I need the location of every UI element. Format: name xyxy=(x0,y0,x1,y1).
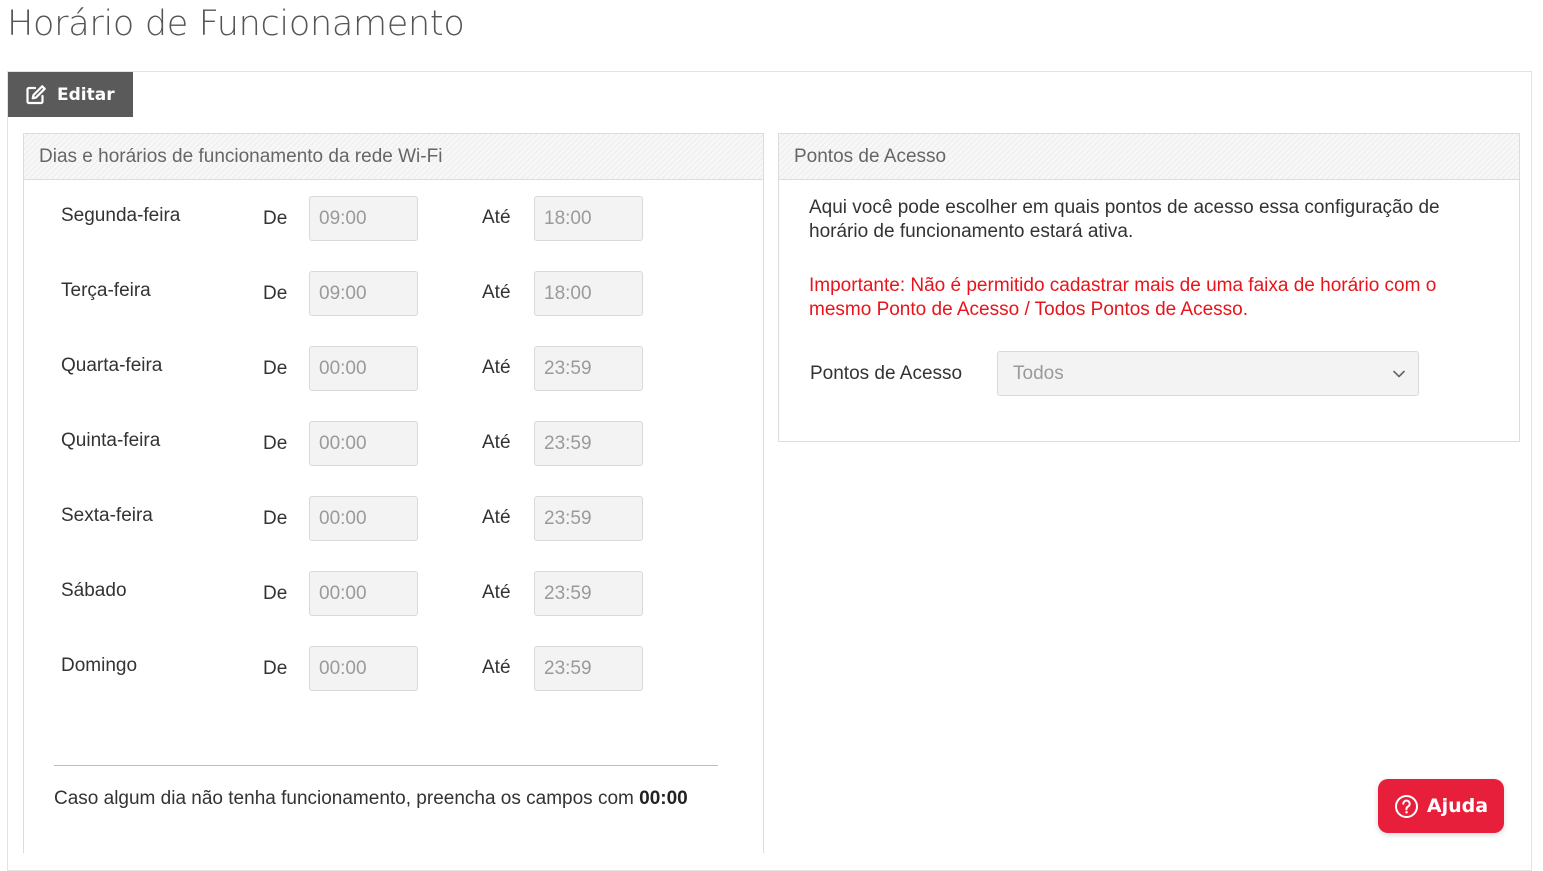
to-label: Até xyxy=(482,357,511,378)
chevron-down-icon xyxy=(1392,367,1406,381)
from-label: De xyxy=(263,283,288,304)
access-points-select-label: Pontos de Acesso xyxy=(810,363,963,384)
wednesday-from-input[interactable] xyxy=(309,346,418,391)
from-label: De xyxy=(263,583,288,604)
to-label: Até xyxy=(482,207,511,228)
from-label: De xyxy=(263,358,288,379)
saturday-to-input[interactable] xyxy=(534,571,643,616)
to-label: Até xyxy=(482,582,511,603)
day-label: Quarta-feira xyxy=(61,355,163,376)
day-label: Quinta-feira xyxy=(61,430,161,451)
sunday-to-input[interactable] xyxy=(534,646,643,691)
monday-from-input[interactable] xyxy=(309,196,418,241)
to-label: Até xyxy=(482,507,511,528)
edit-tab-label: Editar xyxy=(57,84,115,105)
schedule-panel-heading: Dias e horários de funcionamento da rede… xyxy=(24,134,763,180)
edit-icon xyxy=(24,83,48,107)
day-row-wednesday: Quarta-feira De Até xyxy=(24,346,724,392)
day-label: Domingo xyxy=(61,655,138,676)
tuesday-from-input[interactable] xyxy=(309,271,418,316)
access-points-panel-heading: Pontos de Acesso xyxy=(779,134,1519,180)
thursday-from-input[interactable] xyxy=(309,421,418,466)
to-label: Até xyxy=(482,657,511,678)
day-label: Sábado xyxy=(61,580,127,601)
no-operation-note: Caso algum dia não tenha funcionamento, … xyxy=(54,788,688,810)
from-label: De xyxy=(263,208,288,229)
access-points-panel: Pontos de Acesso Aqui você pode escolher… xyxy=(778,133,1520,442)
sunday-from-input[interactable] xyxy=(309,646,418,691)
saturday-from-input[interactable] xyxy=(309,571,418,616)
access-points-description: Aqui você pode escolher em quais pontos … xyxy=(809,197,1440,242)
help-button[interactable]: Ajuda xyxy=(1378,779,1504,833)
day-label: Segunda-feira xyxy=(61,205,181,226)
access-points-select-value: Todos xyxy=(1013,362,1064,384)
divider xyxy=(54,765,718,766)
monday-to-input[interactable] xyxy=(534,196,643,241)
note-text: Caso algum dia não tenha funcionamento, … xyxy=(54,788,640,809)
from-label: De xyxy=(263,433,288,454)
note-value: 00:00 xyxy=(639,788,688,809)
day-row-sunday: Domingo De Até xyxy=(24,646,724,692)
day-row-monday: Segunda-feira De Até xyxy=(24,196,724,242)
from-label: De xyxy=(263,658,288,679)
access-points-warning: Importante: Não é permitido cadastrar ma… xyxy=(809,275,1437,320)
wednesday-to-input[interactable] xyxy=(534,346,643,391)
day-row-tuesday: Terça-feira De Até xyxy=(24,271,724,317)
thursday-to-input[interactable] xyxy=(534,421,643,466)
day-row-thursday: Quinta-feira De Até xyxy=(24,421,724,467)
page-title: Horário de Funcionamento xyxy=(7,4,465,44)
tuesday-to-input[interactable] xyxy=(534,271,643,316)
help-button-label: Ajuda xyxy=(1426,795,1489,817)
question-circle-icon xyxy=(1394,794,1419,819)
edit-tab[interactable]: Editar xyxy=(8,72,133,117)
to-label: Até xyxy=(482,282,511,303)
schedule-panel: Dias e horários de funcionamento da rede… xyxy=(23,133,764,853)
to-label: Até xyxy=(482,432,511,453)
from-label: De xyxy=(263,508,288,529)
day-row-friday: Sexta-feira De Até xyxy=(24,496,724,542)
friday-to-input[interactable] xyxy=(534,496,643,541)
day-label: Sexta-feira xyxy=(61,505,153,526)
day-label: Terça-feira xyxy=(61,280,151,301)
friday-from-input[interactable] xyxy=(309,496,418,541)
day-row-saturday: Sábado De Até xyxy=(24,571,724,617)
access-points-select[interactable]: Todos xyxy=(997,351,1419,396)
